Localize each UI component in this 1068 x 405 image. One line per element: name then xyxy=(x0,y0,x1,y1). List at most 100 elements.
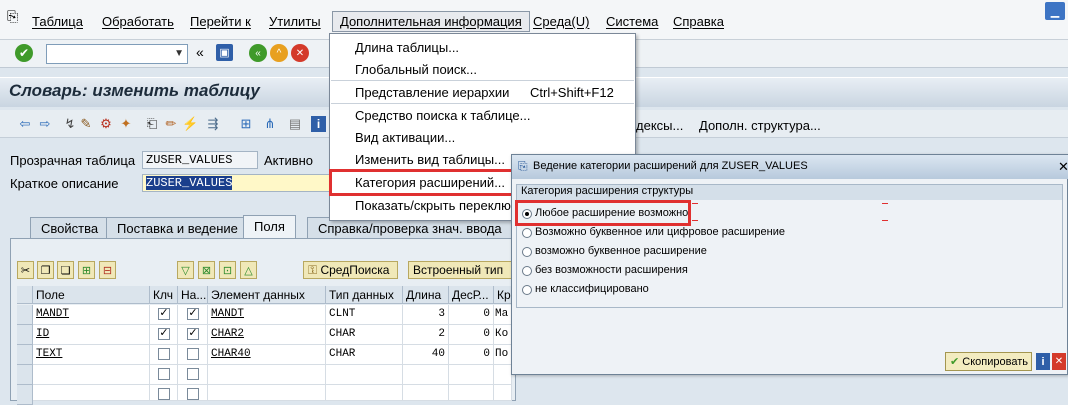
back-icon[interactable]: « xyxy=(249,44,267,62)
cancel-icon[interactable]: ✕ xyxy=(291,44,309,62)
menu-item-hierarchy[interactable]: Представление иерархии xyxy=(355,85,509,100)
row-selector[interactable] xyxy=(17,365,33,385)
initial-checkbox[interactable]: ✓ xyxy=(187,328,199,340)
where-used-icon[interactable]: ⎗ xyxy=(144,116,160,132)
table-cell-short-text[interactable]: По xyxy=(494,345,512,365)
radio-not-enhanceable[interactable] xyxy=(522,266,532,276)
radio-label[interactable]: Возможно буквенное или цифровое расширен… xyxy=(535,226,785,238)
hierarchy-icon[interactable]: ⊞ xyxy=(238,116,254,132)
menu-utilities[interactable]: Утилиты xyxy=(269,14,321,29)
chevron-down-icon[interactable]: ▼ xyxy=(174,48,184,59)
close-icon[interactable]: ✕ xyxy=(1058,159,1068,175)
arrow-forward-icon[interactable]: ⇨ xyxy=(37,116,53,132)
menu-item-global-search[interactable]: Глобальный поиск... xyxy=(355,62,477,77)
table-cell-data-element[interactable]: CHAR40 xyxy=(208,345,326,365)
transport-icon[interactable]: ⇶ xyxy=(205,116,221,132)
sort-up-icon[interactable]: △ xyxy=(240,261,257,279)
table-cell-length[interactable]: 3 xyxy=(403,305,449,325)
radio-label[interactable]: возможно буквенное расширение xyxy=(535,245,707,257)
initial-checkbox[interactable] xyxy=(187,368,199,380)
exit-icon[interactable]: ^ xyxy=(270,44,288,62)
search-help-button[interactable]: ⚿ СредПоиска xyxy=(303,261,398,279)
table-cell-decimals[interactable] xyxy=(449,365,494,385)
short-description-input[interactable]: ZUSER_VALUES xyxy=(142,174,332,192)
initial-checkbox[interactable]: ✓ xyxy=(187,308,199,320)
table-cell-length[interactable] xyxy=(403,365,449,385)
cut-icon[interactable]: ✂ xyxy=(17,261,34,279)
tree-icon[interactable]: ⋔ xyxy=(262,116,278,132)
menu-goto[interactable]: Перейти к xyxy=(190,14,251,29)
menu-extras[interactable]: Дополнительная информация xyxy=(332,11,530,32)
paste-icon[interactable]: ❏ xyxy=(57,261,74,279)
menu-environment[interactable]: Среда(U) xyxy=(533,14,589,29)
info-icon[interactable]: i xyxy=(311,116,326,132)
menu-item-activation-type[interactable]: Вид активации... xyxy=(355,130,455,145)
table-cell-short-text[interactable] xyxy=(494,385,512,401)
menu-item-search-help[interactable]: Средство поиска к таблице... xyxy=(355,108,530,123)
key-checkbox[interactable] xyxy=(158,368,170,380)
table-cell-field[interactable]: ID xyxy=(33,325,150,345)
column-header-key[interactable]: Клч xyxy=(150,286,178,304)
table-cell-field[interactable]: MANDT xyxy=(33,305,150,325)
copy-icon[interactable]: ❐ xyxy=(37,261,54,279)
insert-row-icon[interactable]: ⊞ xyxy=(78,261,95,279)
table-cell-decimals[interactable]: 0 xyxy=(449,345,494,365)
radio-char-only[interactable] xyxy=(522,247,532,257)
enter-icon[interactable]: ✔ xyxy=(15,44,33,62)
initial-checkbox[interactable] xyxy=(187,388,199,400)
column-header-short-text[interactable]: Кр xyxy=(494,286,512,304)
table-cell-decimals[interactable] xyxy=(449,385,494,401)
arrow-back-icon[interactable]: ⇦ xyxy=(17,116,33,132)
command-field[interactable]: ▼ xyxy=(46,44,188,64)
details-icon[interactable]: ⊡ xyxy=(219,261,236,279)
menu-help[interactable]: Справка xyxy=(673,14,724,29)
table-cell-data-element[interactable]: CHAR2 xyxy=(208,325,326,345)
row-selector[interactable] xyxy=(17,385,33,405)
menu-table[interactable]: Таблица xyxy=(32,14,83,29)
radio-label[interactable]: без возможности расширения xyxy=(535,264,688,276)
tab-attributes[interactable]: Свойства xyxy=(30,217,110,239)
indexes-button[interactable]: дексы... xyxy=(636,118,683,133)
help-icon[interactable]: i xyxy=(1036,353,1050,370)
save-icon[interactable]: ▣ xyxy=(216,44,233,61)
row-selector[interactable] xyxy=(17,305,33,325)
window-minimize-icon[interactable]: ▁ xyxy=(1045,2,1065,20)
table-cell-data-element[interactable] xyxy=(208,385,326,401)
builtin-type-button[interactable]: Встроенный тип xyxy=(408,261,512,279)
table-cell-data-type[interactable]: CLNT xyxy=(326,305,403,325)
menu-edit[interactable]: Обработать xyxy=(102,14,174,29)
table-cell-short-text[interactable]: Ма xyxy=(494,305,512,325)
table-cell-length[interactable]: 2 xyxy=(403,325,449,345)
menu-item-show-hide[interactable]: Показать/скрыть переключ xyxy=(355,198,517,213)
cancel-icon[interactable]: ✕ xyxy=(1052,353,1066,370)
table-cell-decimals[interactable]: 0 xyxy=(449,325,494,345)
table-cell-data-type[interactable] xyxy=(326,365,403,385)
column-header-data-element[interactable]: Элемент данных xyxy=(208,286,326,304)
radio-char-numeric[interactable] xyxy=(522,228,532,238)
check-icon[interactable]: ⚙ xyxy=(98,116,114,132)
table-cell-field[interactable]: TEXT xyxy=(33,345,150,365)
initial-checkbox[interactable] xyxy=(187,348,199,360)
tab-fields[interactable]: Поля xyxy=(243,215,296,239)
row-selector[interactable] xyxy=(17,325,33,345)
collapse-command-icon[interactable]: « xyxy=(196,44,204,60)
append-structure-button[interactable]: Дополн. структура... xyxy=(699,118,821,133)
menu-system[interactable]: Система xyxy=(606,14,658,29)
table-cell-length[interactable]: 40 xyxy=(403,345,449,365)
table-cell-short-text[interactable]: Ко xyxy=(494,325,512,345)
table-cell-data-type[interactable] xyxy=(326,385,403,401)
tab-delivery[interactable]: Поставка и ведение xyxy=(106,217,249,239)
row-selector[interactable] xyxy=(17,345,33,365)
column-header-field[interactable]: Поле xyxy=(33,286,150,304)
column-header-initial[interactable]: На... xyxy=(178,286,208,304)
radio-not-classified[interactable] xyxy=(522,285,532,295)
copy-button[interactable]: ✔ Скопировать xyxy=(945,352,1032,371)
table-cell-field[interactable] xyxy=(33,385,150,401)
table-cell-length[interactable] xyxy=(403,385,449,401)
table-cell-data-element[interactable] xyxy=(208,365,326,385)
system-menu-icon[interactable]: ⎘ xyxy=(7,8,18,25)
menu-item-table-width[interactable]: Длина таблицы... xyxy=(355,40,459,55)
delete-row-icon[interactable]: ⊟ xyxy=(99,261,116,279)
key-checkbox[interactable]: ✓ xyxy=(158,328,170,340)
menu-item-change-view[interactable]: Изменить вид таблицы... xyxy=(355,152,505,167)
